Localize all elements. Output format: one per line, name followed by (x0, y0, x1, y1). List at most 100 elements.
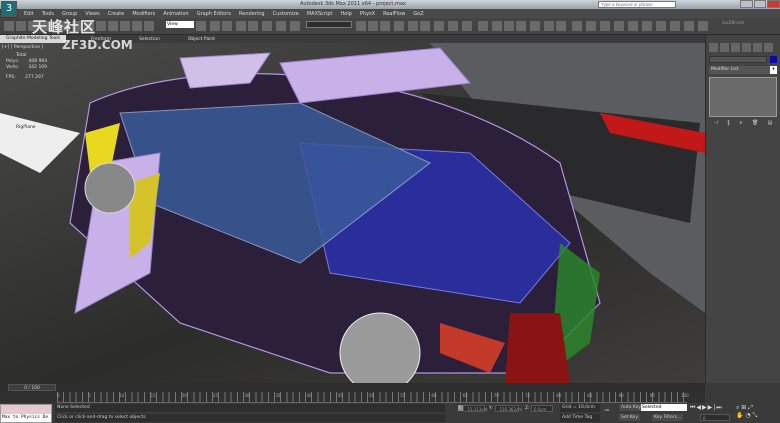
timeline-tick-label: 50 (369, 393, 375, 398)
toolbar-tool-icon[interactable] (394, 21, 404, 31)
time-slider-track[interactable] (0, 383, 705, 392)
modify-tab-icon[interactable] (720, 43, 729, 52)
toolbar-tool-icon[interactable] (516, 21, 526, 31)
time-slider-thumb[interactable]: 0 / 100 (8, 384, 56, 391)
toolbar-tool-icon[interactable] (210, 21, 220, 31)
timeline-tick-label: 35 (275, 393, 281, 398)
modifier-stack[interactable] (709, 77, 777, 117)
toolbar-tool-icon[interactable] (462, 21, 472, 31)
toolbar-tool-icon[interactable] (196, 21, 206, 31)
hierarchy-tab-icon[interactable] (731, 43, 740, 52)
ribbon-tab-selection[interactable]: Selection (136, 37, 163, 42)
utilities-tab-icon[interactable] (764, 43, 773, 52)
display-tab-icon[interactable] (753, 43, 762, 52)
named-selection-dropdown[interactable] (306, 21, 352, 28)
modifier-list-dropdown[interactable]: Modifier List ▾ (709, 66, 777, 74)
menu-physx[interactable]: PhysX (360, 11, 375, 17)
menu-rendering[interactable]: Rendering (239, 11, 265, 17)
key-icon[interactable]: ⊸ (604, 407, 609, 414)
toolbar-tool-icon[interactable] (600, 21, 610, 31)
toolbar-tool-icon[interactable] (544, 21, 554, 31)
z-coordinate-field[interactable]: 0.0cm (531, 405, 553, 412)
toolbar-tool-icon[interactable] (448, 21, 458, 31)
watermark-logo: 天峰社区 (32, 18, 97, 36)
set-key-button[interactable]: Set Key (619, 414, 640, 421)
toolbar-tool-icon[interactable] (16, 21, 26, 31)
app-logo-button[interactable]: 3 (1, 1, 17, 17)
create-tab-icon[interactable] (709, 43, 718, 52)
toolbar-tool-icon[interactable] (556, 21, 566, 31)
toolbar-tool-icon[interactable] (276, 21, 286, 31)
configure-sets-icon[interactable]: ▤ (768, 120, 773, 126)
maximize-button[interactable] (753, 0, 767, 8)
toolbar-tool-icon[interactable] (248, 21, 258, 31)
z-label: Z: (525, 406, 530, 411)
toolbar-tool-icon[interactable] (656, 21, 666, 31)
toolbar-tool-icon[interactable] (492, 21, 502, 31)
goz-button[interactable]: GoZBrush (722, 21, 744, 26)
toolbar-tool-icon[interactable] (222, 21, 232, 31)
motion-tab-icon[interactable] (742, 43, 751, 52)
maxscript-input[interactable]: Max to Physics De (1, 414, 51, 422)
toolbar-tool-icon[interactable] (262, 21, 272, 31)
key-filters-button[interactable]: Key Filters... (652, 414, 684, 421)
toolbar-tool-icon[interactable] (236, 21, 246, 31)
toolbar-tool-icon[interactable] (572, 21, 582, 31)
toolbar-tool-icon[interactable] (144, 21, 154, 31)
object-color-swatch[interactable] (770, 56, 777, 63)
playback-controls[interactable]: ⏮◀▶▶|⏭ (690, 404, 723, 412)
toolbar-tool-icon[interactable] (530, 21, 540, 31)
toolbar-tool-icon[interactable] (120, 21, 130, 31)
perspective-viewport[interactable]: [+] [ Perspective ] Total Polys: 408 964… (0, 43, 705, 383)
make-unique-icon[interactable]: ∨ (739, 120, 743, 126)
minimize-button[interactable] (740, 0, 753, 8)
current-frame-field[interactable]: 0 (700, 414, 730, 421)
reference-coord-dropdown[interactable]: View (166, 21, 194, 28)
ribbon-tab-object-paint[interactable]: Object Paint (185, 37, 218, 42)
menu-goz[interactable]: GoZ (413, 11, 423, 17)
toolbar-tool-icon[interactable] (132, 21, 142, 31)
add-time-tag-button[interactable]: Add Time Tag (560, 414, 600, 422)
toolbar-tool-icon[interactable] (478, 21, 488, 31)
toolbar-tool-icon[interactable] (368, 21, 378, 31)
toolbar-tool-icon[interactable] (684, 21, 694, 31)
menu-graph-editors[interactable]: Graph Editors (197, 11, 231, 17)
search-input[interactable] (598, 1, 676, 8)
toolbar-tool-icon[interactable] (642, 21, 652, 31)
x-coordinate-field[interactable]: -21.113cm (463, 405, 488, 412)
toolbar-tool-icon[interactable] (420, 21, 430, 31)
remove-modifier-icon[interactable]: 🗑 (752, 120, 758, 126)
toolbar-tool-icon[interactable] (380, 21, 390, 31)
toolbar-tool-icon[interactable] (698, 21, 708, 31)
auto-key-button[interactable]: Auto Key (619, 404, 644, 411)
menu-modifiers[interactable]: Modifiers (132, 11, 155, 17)
object-name-field[interactable] (709, 56, 767, 63)
toolbar-tool-icon[interactable] (290, 21, 300, 31)
toolbar-tool-icon[interactable] (628, 21, 638, 31)
toolbar-tool-icon[interactable] (614, 21, 624, 31)
menu-create[interactable]: Create (108, 11, 125, 17)
pin-stack-icon[interactable]: ⊣ (714, 120, 718, 126)
menu-help[interactable]: Help (341, 11, 352, 17)
toolbar-tool-icon[interactable] (356, 21, 366, 31)
menu-animation[interactable]: Animation (163, 11, 189, 17)
menu-realflow[interactable]: RealFlow (383, 11, 405, 17)
toolbar-tool-icon[interactable] (408, 21, 418, 31)
show-end-result-icon[interactable]: ‖ (727, 120, 730, 126)
viewport-navigation-controls[interactable]: ⌕ ⊞ ⤢ ✋ ◔ ⤡ (736, 404, 757, 420)
viewport-label[interactable]: [+] [ Perspective ] (2, 45, 43, 50)
toolbar-tool-icon[interactable] (4, 21, 14, 31)
close-button[interactable] (767, 0, 780, 8)
toolbar-tool-icon[interactable] (434, 21, 444, 31)
toolbar-tool-icon[interactable] (670, 21, 680, 31)
timeline-tick-label: 75 (525, 393, 531, 398)
toolbar-tool-icon[interactable] (108, 21, 118, 31)
timeline-tick-label: 25 (213, 393, 219, 398)
menu-customize[interactable]: Customize (273, 11, 299, 17)
toolbar-tool-icon[interactable] (96, 21, 106, 31)
toolbar-tool-icon[interactable] (504, 21, 514, 31)
y-coordinate-field[interactable]: -216.362cm (495, 405, 522, 412)
menu-maxscript[interactable]: MAXScript (307, 11, 333, 17)
key-mode-dropdown[interactable]: Selected (641, 404, 687, 411)
toolbar-tool-icon[interactable] (586, 21, 596, 31)
